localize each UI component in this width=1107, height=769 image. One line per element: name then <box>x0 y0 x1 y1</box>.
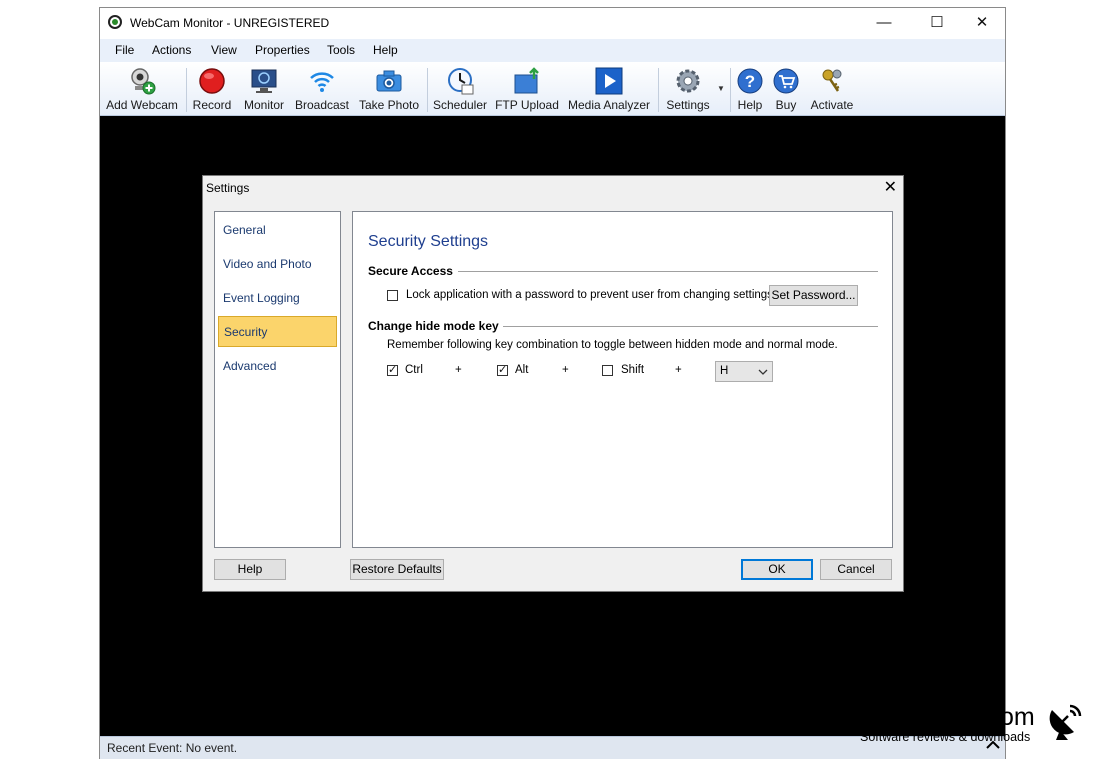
keys-icon <box>822 69 842 92</box>
chevron-up-icon[interactable] <box>985 740 1001 750</box>
toolbar-separator <box>658 68 659 112</box>
alt-checkbox[interactable] <box>497 363 508 376</box>
menu-help[interactable]: Help <box>373 43 398 57</box>
menu-tools[interactable]: Tools <box>327 43 355 57</box>
scheduler-button[interactable]: Scheduler <box>431 62 489 115</box>
menu-file[interactable]: File <box>115 43 134 57</box>
settings-dropdown-arrow[interactable]: ▼ <box>717 84 725 93</box>
play-icon <box>595 67 623 95</box>
clock-calendar-icon <box>448 68 474 95</box>
set-password-button[interactable]: Set Password... <box>769 285 858 306</box>
media-analyzer-button[interactable]: Media Analyzer <box>565 62 653 115</box>
add-webcam-button[interactable]: Add Webcam <box>102 62 182 115</box>
webcam-add-icon <box>131 68 156 95</box>
status-text: Recent Event: No event. <box>107 741 238 755</box>
maximize-button[interactable]: ☐ <box>914 8 960 38</box>
menu-bar: File Actions View Properties Tools Help <box>100 39 1005 62</box>
hide-mode-group-label: Change hide mode key <box>368 319 499 333</box>
ctrl-checkbox[interactable] <box>387 363 398 376</box>
close-button[interactable]: ✕ <box>959 8 1005 38</box>
alt-label: Alt <box>515 364 529 376</box>
secure-access-group-label: Secure Access <box>368 264 453 278</box>
help-icon: ? <box>737 68 763 94</box>
group-divider <box>458 271 878 272</box>
settings-button[interactable]: Settings <box>662 62 714 115</box>
record-button[interactable]: Record <box>190 62 234 115</box>
menu-properties[interactable]: Properties <box>255 43 310 57</box>
help-button[interactable]: ? Help <box>734 62 766 115</box>
monitor-label: Monitor <box>243 98 284 112</box>
group-divider <box>503 326 878 327</box>
add-webcam-label: Add Webcam <box>106 98 178 112</box>
toolbar-separator <box>186 68 187 112</box>
monitor-icon <box>251 69 277 93</box>
activate-button[interactable]: Activate <box>806 62 858 115</box>
buy-label: Buy <box>775 98 797 112</box>
plus-sign: + <box>562 364 569 376</box>
take-photo-button[interactable]: Take Photo <box>355 62 423 115</box>
plus-sign: + <box>455 364 462 376</box>
shift-checkbox[interactable] <box>602 365 613 376</box>
webcam-app-icon <box>108 15 122 29</box>
chevron-down-icon <box>758 369 768 375</box>
take-photo-label: Take Photo <box>358 98 420 112</box>
nav-item-security[interactable]: Security <box>218 316 337 347</box>
toolbar: Add Webcam Record Monitor Broadcast Take… <box>100 62 1005 116</box>
camera-icon <box>376 70 402 92</box>
shopping-cart-icon <box>773 68 799 94</box>
record-icon <box>199 68 225 94</box>
toolbar-separator <box>730 68 731 112</box>
settings-nav: General Video and Photo Event Logging Se… <box>214 211 341 548</box>
settings-dialog: Settings ✕ General Video and Photo Event… <box>202 175 904 592</box>
nav-item-general[interactable]: General <box>218 215 337 246</box>
menu-actions[interactable]: Actions <box>152 43 191 57</box>
restore-defaults-button[interactable]: Restore Defaults <box>350 559 444 580</box>
wifi-broadcast-icon <box>310 72 334 92</box>
record-label: Record <box>192 98 232 112</box>
security-settings-panel: Security Settings Secure Access Lock app… <box>352 211 893 548</box>
broadcast-button[interactable]: Broadcast <box>293 62 351 115</box>
panel-heading: Security Settings <box>368 233 489 250</box>
dialog-title: Settings <box>206 181 250 195</box>
scheduler-label: Scheduler <box>432 98 488 112</box>
nav-item-video-and-photo[interactable]: Video and Photo <box>218 249 337 280</box>
watermark-tagline: Software reviews & downloads <box>860 730 1031 744</box>
lock-password-checkbox[interactable] <box>387 290 398 301</box>
help-label: Help <box>737 98 763 112</box>
toolbar-separator <box>427 68 428 112</box>
media-analyzer-label: Media Analyzer <box>567 98 651 112</box>
activate-label: Activate <box>810 98 854 112</box>
ftp-upload-label: FTP Upload <box>495 98 559 112</box>
title-bar[interactable]: WebCam Monitor - UNREGISTERED — ☐ ✕ <box>100 8 1005 38</box>
gear-icon <box>676 69 700 93</box>
ok-button[interactable]: OK <box>741 559 813 580</box>
watermark-domain: om <box>1000 703 1035 731</box>
hide-key-value: H <box>720 365 729 377</box>
cancel-button[interactable]: Cancel <box>820 559 892 580</box>
minimize-button[interactable]: — <box>861 8 907 38</box>
shift-label: Shift <box>621 364 645 376</box>
broadcast-label: Broadcast <box>294 98 350 112</box>
hide-key-select[interactable]: H <box>715 361 773 382</box>
dialog-help-button[interactable]: Help <box>214 559 286 580</box>
hide-mode-description: Remember following key combination to to… <box>387 339 838 351</box>
satellite-dish-icon <box>1049 704 1082 740</box>
menu-view[interactable]: View <box>211 43 237 57</box>
nav-item-event-logging[interactable]: Event Logging <box>218 283 337 314</box>
lock-password-label: Lock application with a password to prev… <box>406 289 777 301</box>
nav-item-advanced[interactable]: Advanced <box>218 351 337 382</box>
plus-sign: + <box>675 364 682 376</box>
dialog-close-button[interactable]: ✕ <box>884 177 897 197</box>
monitor-button[interactable]: Monitor <box>239 62 289 115</box>
ctrl-label: Ctrl <box>405 364 423 376</box>
settings-label: Settings <box>666 98 710 112</box>
buy-button[interactable]: Buy <box>770 62 802 115</box>
svg-text:?: ? <box>745 72 755 91</box>
ftp-upload-icon <box>514 67 539 94</box>
window-title: WebCam Monitor - UNREGISTERED <box>130 16 330 30</box>
ftp-upload-button[interactable]: FTP Upload <box>494 62 560 115</box>
